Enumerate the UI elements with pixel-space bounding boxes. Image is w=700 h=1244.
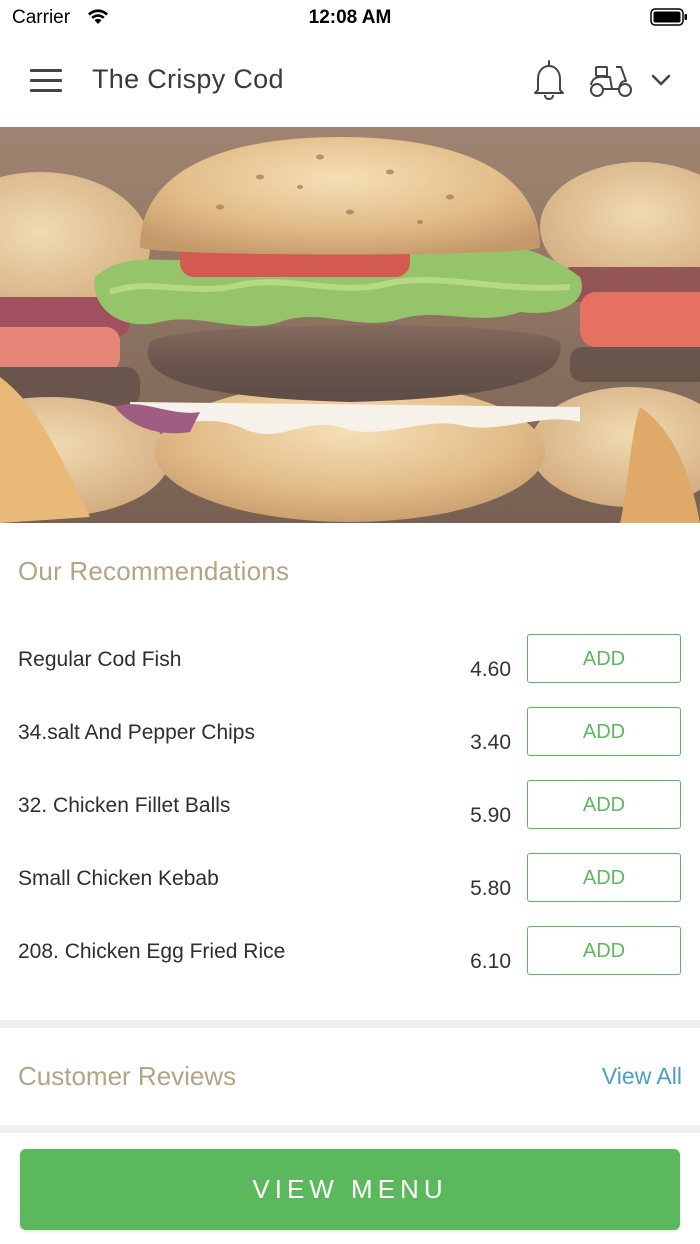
item-price: 6.10: [470, 950, 511, 973]
view-menu-button[interactable]: VIEW MENU: [20, 1149, 680, 1230]
item-price: 4.60: [470, 658, 511, 681]
item-price: 5.80: [470, 877, 511, 900]
add-button[interactable]: ADD: [527, 780, 681, 829]
view-all-link[interactable]: View All: [602, 1063, 682, 1090]
item-price: 5.90: [470, 804, 511, 827]
reviews-title: Customer Reviews: [18, 1061, 237, 1091]
hero-burger-image: [0, 127, 700, 523]
battery-icon: [650, 8, 687, 26]
list-item: 34.salt And Pepper Chips 3.40 ADD: [0, 707, 700, 781]
item-price: 3.40: [470, 731, 511, 754]
list-item: Small Chicken Kebab 5.80 ADD: [0, 853, 700, 927]
list-item: 208. Chicken Egg Fried Rice 6.10 ADD: [0, 926, 700, 1000]
menu-icon[interactable]: [30, 69, 62, 92]
add-button[interactable]: ADD: [527, 634, 681, 683]
add-button[interactable]: ADD: [527, 926, 681, 975]
item-name: 208. Chicken Egg Fried Rice: [18, 940, 286, 963]
recommendations-title: Our Recommendations: [18, 556, 290, 586]
restaurant-title: The Crispy Cod: [92, 64, 284, 94]
item-name: 32. Chicken Fillet Balls: [18, 794, 231, 817]
list-item: 32. Chicken Fillet Balls 5.90 ADD: [0, 780, 700, 854]
add-button[interactable]: ADD: [527, 853, 681, 902]
bell-icon[interactable]: [530, 59, 568, 101]
section-divider: [0, 1020, 700, 1028]
chevron-down-icon[interactable]: [648, 68, 674, 92]
scooter-icon[interactable]: [588, 61, 634, 99]
app-header: The Crispy Cod: [0, 34, 700, 127]
item-name: 34.salt And Pepper Chips: [18, 721, 255, 744]
status-bar: Carrier 12:08 AM: [0, 0, 700, 34]
item-name: Small Chicken Kebab: [18, 867, 219, 890]
clock: 12:08 AM: [308, 7, 392, 28]
list-item: Regular Cod Fish 4.60 ADD: [0, 634, 700, 708]
item-name: Regular Cod Fish: [18, 648, 182, 671]
section-divider: [0, 1125, 700, 1133]
add-button[interactable]: ADD: [527, 707, 681, 756]
